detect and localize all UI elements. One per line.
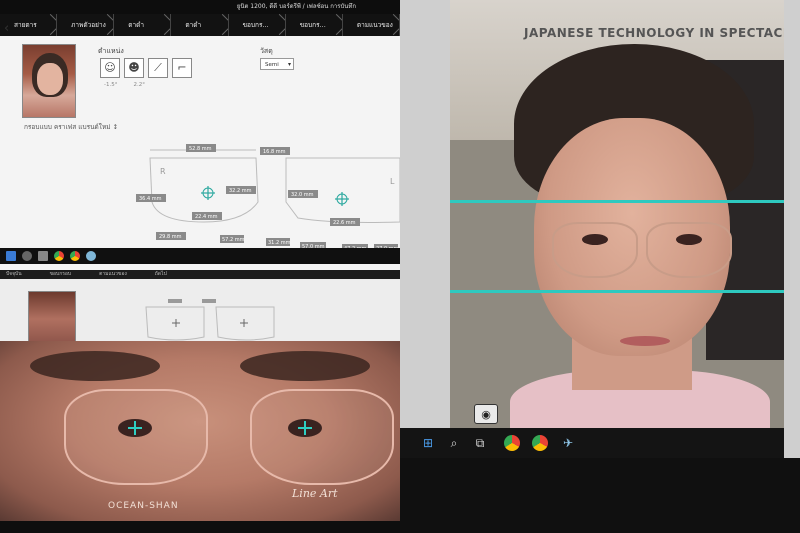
- height-right-value: 22.6 mm: [333, 220, 356, 226]
- head-front-icon[interactable]: ☺: [100, 58, 120, 78]
- search-icon[interactable]: [22, 251, 32, 261]
- bottom-left-monitor: ปัจจุบัน ขอบกรอบ ตามแนวของ ถัดไป OCEAN-S…: [0, 270, 400, 533]
- app-icon[interactable]: ✈: [560, 435, 576, 451]
- eyes-closeup-view: OCEAN-SHAN Line Art: [0, 341, 400, 521]
- bottom-value: 31.2 mm: [268, 240, 291, 246]
- upper-guide-line[interactable]: [450, 200, 784, 203]
- position-label: ตำแหน่ง: [98, 47, 124, 55]
- step-strip: ปัจจุบัน ขอบกรอบ ตามแนวของ ถัดไป: [0, 270, 400, 279]
- bottom-value: 57.2 mm: [222, 237, 245, 243]
- camera-preview: JAPANESE TECHNOLOGY IN SPECTACLE LENSES …: [450, 0, 784, 445]
- bottom-value: 29.8 mm: [159, 234, 182, 240]
- window-title: ยูนิต 1200, ดีดี บอร์ดรีพี / เฟลซ์อน การ…: [236, 3, 356, 10]
- frame-angle-icon[interactable]: ⌐: [172, 58, 192, 78]
- brow-shape: [30, 351, 160, 381]
- strip-item[interactable]: ขอบกรอบ: [50, 270, 71, 279]
- left-pupil-crosshair-icon: [298, 421, 312, 435]
- left-label: L: [390, 177, 395, 186]
- side-left-value: 36.4 mm: [139, 196, 162, 202]
- lens-brand-left: OCEAN-SHAN: [108, 501, 179, 511]
- left-eye: [676, 234, 702, 245]
- tilt-icon[interactable]: ⟋: [148, 58, 168, 78]
- monitor-bezel: [0, 521, 400, 533]
- right-eye: [582, 234, 608, 245]
- left-lens-frame: [250, 389, 394, 485]
- monitor-bezel: [400, 458, 800, 533]
- frame-measurement-diagram: R L 52.8 mm 16.8 mm 32.2 mm 32.0 mm 22.4…: [136, 144, 400, 252]
- brow-shape: [240, 351, 370, 381]
- app-icon[interactable]: [86, 251, 96, 261]
- app-panel: [0, 279, 400, 347]
- search-icon[interactable]: ⌕: [446, 435, 462, 451]
- step-navigation: สายตาร ภาพตัวอย่าง ตาดำ ตาดำ ขอบกร... ขอ…: [0, 14, 400, 36]
- chrome-icon[interactable]: [54, 251, 64, 261]
- right-pupil-crosshair-icon: [128, 421, 142, 435]
- step-tab[interactable]: ตาดำ: [114, 14, 172, 36]
- step-tab[interactable]: ตามแนวของ: [343, 14, 400, 36]
- position-icons: ☺ ☻ ⟋ ⌐: [100, 58, 192, 80]
- material-select[interactable]: Semi: [260, 58, 294, 71]
- right-lens-frame: [64, 389, 208, 485]
- step-tab[interactable]: ตาดำ: [171, 14, 229, 36]
- right-monitor: JAPANESE TECHNOLOGY IN SPECTACLE LENSES …: [400, 0, 800, 533]
- left-lens-frame: [646, 222, 732, 278]
- strip-item[interactable]: ปัจจุบัน: [6, 270, 22, 279]
- task-view-icon[interactable]: ⧉: [472, 435, 488, 451]
- position-value: 2.2°: [133, 82, 145, 88]
- windows-start-icon[interactable]: ⊞: [420, 435, 436, 451]
- taskbar: ⊞ ⌕ ⧉ ✈: [400, 428, 784, 458]
- patient-photo[interactable]: [28, 291, 76, 347]
- right-label: R: [160, 167, 166, 176]
- chrome-icon[interactable]: [504, 435, 520, 451]
- chrome-icon[interactable]: [70, 251, 80, 261]
- pd-left-value: 32.2 mm: [229, 188, 252, 194]
- taskbar: [0, 248, 400, 264]
- position-values: -1.5° 2.2°: [104, 82, 145, 88]
- step-tab[interactable]: ภาพตัวอย่าง: [57, 14, 115, 36]
- face-shape: [37, 63, 63, 95]
- windows-start-icon[interactable]: [6, 251, 16, 261]
- chrome-icon[interactable]: [532, 435, 548, 451]
- strip-item[interactable]: ตามแนวของ: [99, 270, 127, 279]
- height-left-value: 22.4 mm: [195, 214, 218, 220]
- pd-right-value: 32.0 mm: [291, 192, 314, 198]
- bridge-value: 16.8 mm: [263, 149, 286, 155]
- lens-brand-right: Line Art: [292, 487, 338, 500]
- window-titlebar: ยูนิต 1200, ดีดี บอร์ดรีพี / เฟลซ์อน การ…: [0, 0, 400, 14]
- right-lens-frame: [552, 222, 638, 278]
- step-tab[interactable]: ขอบกร...: [286, 14, 343, 36]
- camera-capture-icon[interactable]: ◉: [474, 404, 498, 424]
- lower-guide-line[interactable]: [450, 290, 784, 293]
- material-label: วัสดุ: [260, 47, 273, 55]
- store-banner: JAPANESE TECHNOLOGY IN SPECTACLE LENSES: [524, 26, 784, 40]
- strip-item[interactable]: ถัดไป: [155, 270, 167, 279]
- task-view-icon[interactable]: [38, 251, 48, 261]
- frame-caption: กรอบแบบ คราเฟส แบรนด์ใหม่ ↕: [24, 123, 119, 131]
- position-value: -1.5°: [104, 82, 118, 88]
- top-left-monitor: ยูนิต 1200, ดีดี บอร์ดรีพี / เฟลซ์อน การ…: [0, 0, 400, 270]
- step-tab[interactable]: ขอบกร...: [229, 14, 286, 36]
- width-left-value: 52.8 mm: [189, 146, 212, 152]
- mouth-shape: [620, 336, 670, 346]
- head-side-icon[interactable]: ☻: [124, 58, 144, 78]
- back-chevron-icon[interactable]: ‹: [4, 22, 14, 36]
- patient-photo[interactable]: [22, 44, 76, 118]
